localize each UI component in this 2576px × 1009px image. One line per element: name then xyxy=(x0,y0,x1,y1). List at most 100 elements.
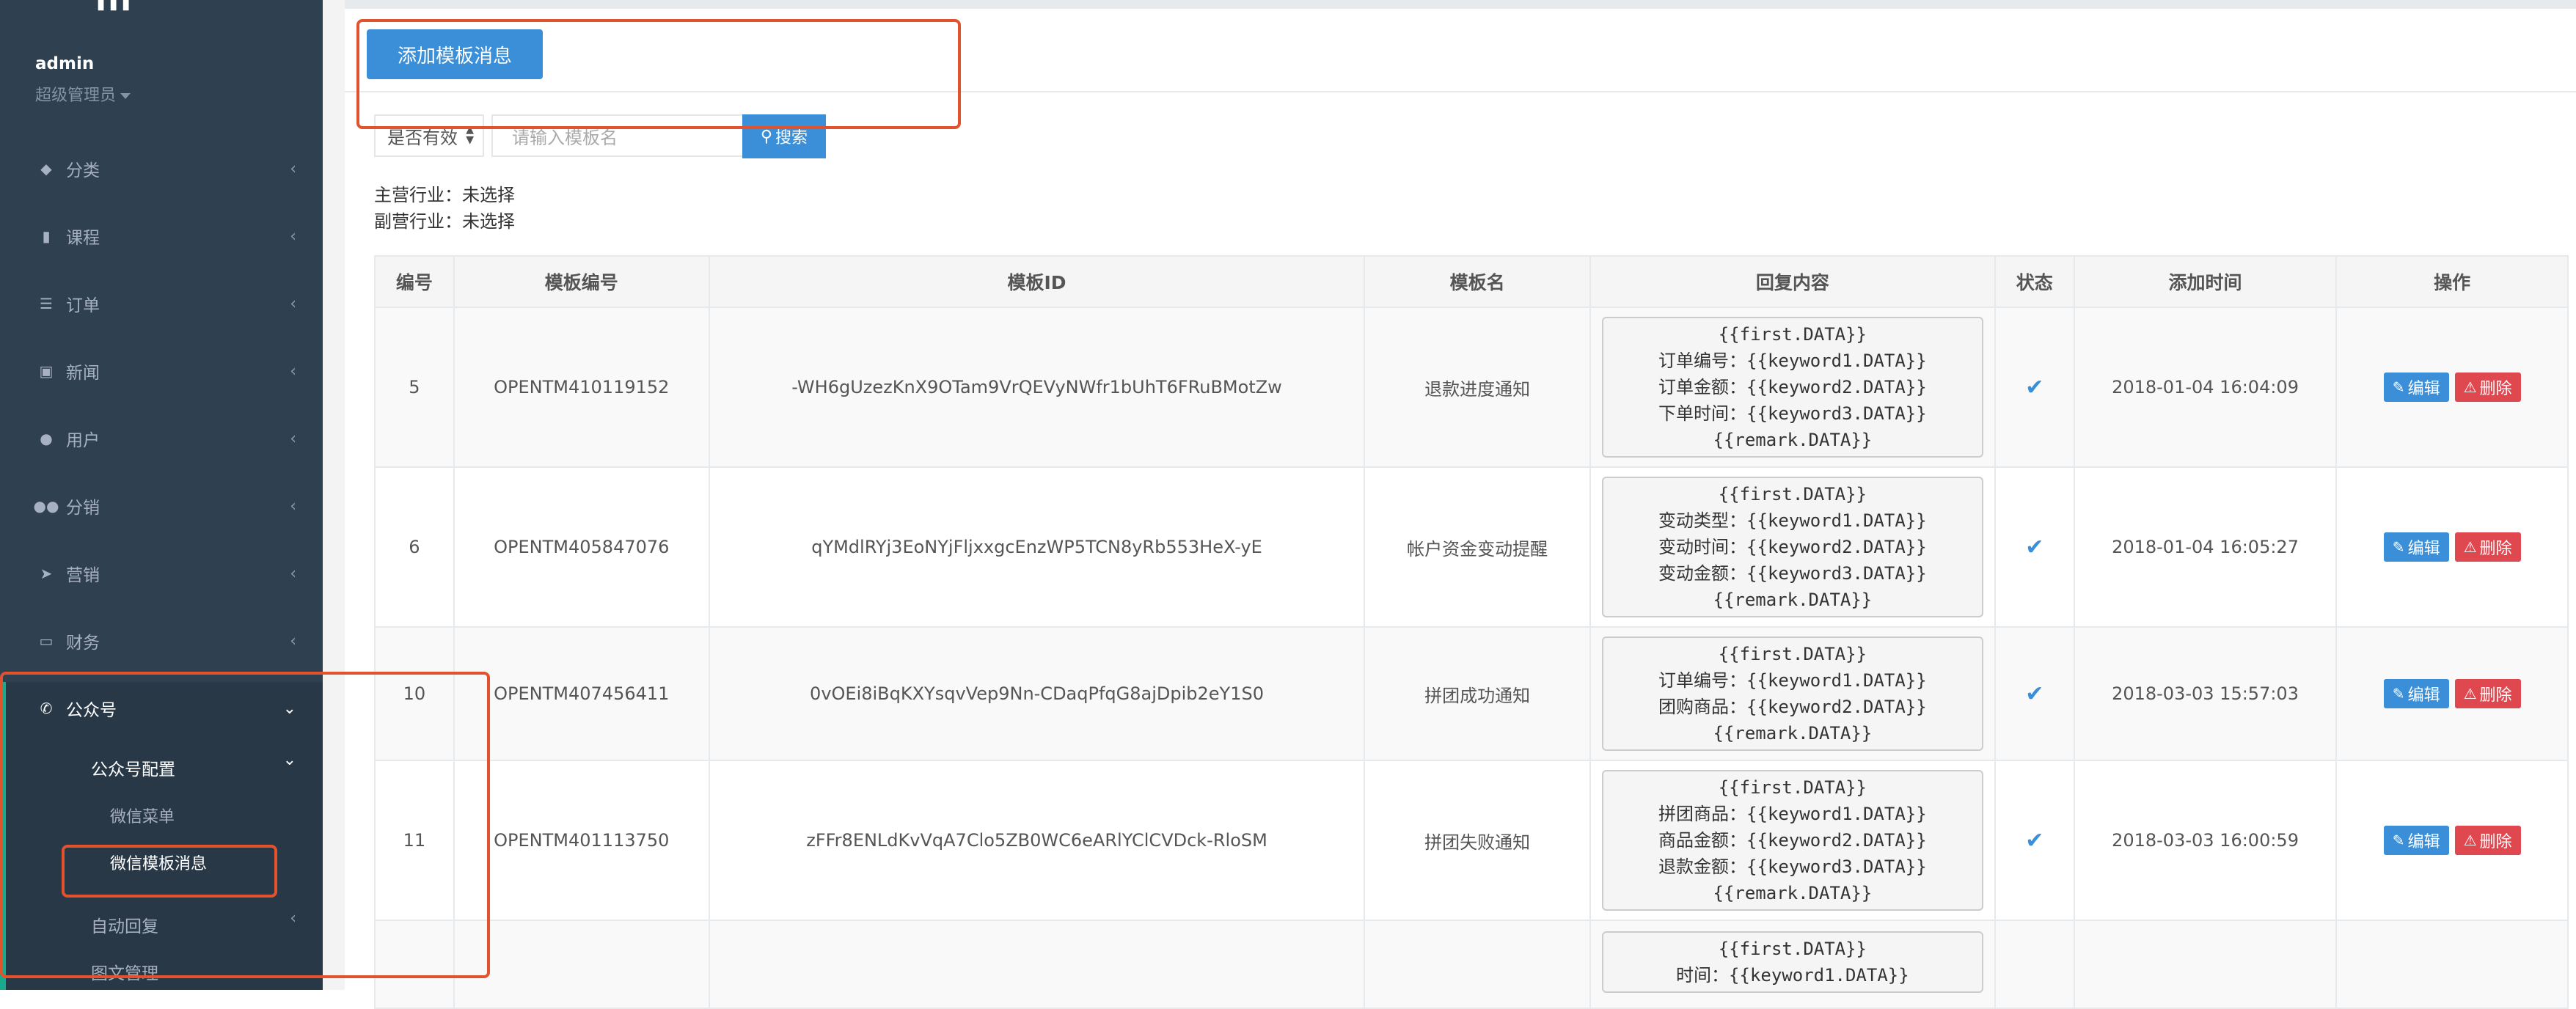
reply-content-box: {{first.DATA}} 订单编号：{{keyword1.DATA}} 团购… xyxy=(1601,636,1983,751)
cell-time: 2018-01-04 16:05:27 xyxy=(2073,466,2338,628)
delete-label: 删除 xyxy=(2479,380,2512,398)
reply-line: 变动类型：{{keyword1.DATA}} xyxy=(1658,510,1927,531)
reply-line: 订单编号：{{keyword1.DATA}} xyxy=(1658,670,1927,691)
reply-line: 订单金额：{{keyword2.DATA}} xyxy=(1658,377,1927,397)
sidebar-item-user[interactable]: ● 用户 ‹ xyxy=(0,412,323,465)
sidebar-item-distribution[interactable]: ●● 分销 ‹ xyxy=(0,480,323,532)
edit-label: 编辑 xyxy=(2407,833,2440,851)
sidebar-item-order[interactable]: ☰ 订单 ‹ xyxy=(0,277,323,330)
sidebar-item-label: 分类 xyxy=(66,161,100,180)
chevron-left-icon: ‹ xyxy=(290,631,296,650)
check-icon: ✔ xyxy=(2025,680,2044,707)
cell-template-id: qYMdlRYj3EoNYjFljxxgcEnzWP5TCN8yRb553HeX… xyxy=(708,466,1366,628)
reply-line: 时间：{{keyword1.DATA}} xyxy=(1676,965,1909,986)
user-icon: ● xyxy=(40,430,53,447)
reply-content-box: {{first.DATA}} 时间：{{keyword1.DATA}} xyxy=(1601,931,1983,993)
profile-role-dropdown[interactable]: 超级管理员 xyxy=(35,82,131,106)
reply-line: 下单时间：{{keyword3.DATA}} xyxy=(1658,403,1927,424)
chevron-left-icon: ‹ xyxy=(290,227,296,246)
cell-actions: ✎ 编辑 ⚠ 删除 xyxy=(2335,760,2569,921)
cell-time: 2018-01-04 16:04:09 xyxy=(2073,307,2338,468)
table-row: 5 OPENTM410119152 -WH6gUzezKnX9OTam9VrQE… xyxy=(374,307,2569,468)
edit-label: 编辑 xyxy=(2407,540,2440,558)
edit-label: 编辑 xyxy=(2407,686,2440,705)
sidebar-item-marketing[interactable]: ➤ 营销 ‹ xyxy=(0,547,323,600)
edit-button[interactable]: ✎ 编辑 xyxy=(2383,373,2449,402)
reply-line: 商品金额：{{keyword2.DATA}} xyxy=(1658,830,1927,851)
reply-line: {{first.DATA}} xyxy=(1718,644,1867,664)
reply-line: {{first.DATA}} xyxy=(1718,484,1867,504)
cell-status: ✔ xyxy=(1994,626,2075,761)
header-template-id[interactable]: 模板ID xyxy=(708,255,1366,308)
delete-button[interactable]: ⚠ 删除 xyxy=(2454,373,2521,402)
delete-label: 删除 xyxy=(2479,540,2512,558)
check-icon: ✔ xyxy=(2025,534,2044,560)
edit-button[interactable]: ✎ 编辑 xyxy=(2383,826,2449,855)
sidebar-item-category[interactable]: ◆ 分类 ‹ xyxy=(0,142,323,195)
sidebar-item-label: 课程 xyxy=(66,229,100,248)
check-icon: ✔ xyxy=(2025,374,2044,400)
cell-template-id xyxy=(708,920,1366,1009)
annotation-box-add-button xyxy=(356,19,961,129)
delete-label: 删除 xyxy=(2479,686,2512,705)
header-code[interactable]: 模板编号 xyxy=(453,255,710,308)
delete-button[interactable]: ⚠ 删除 xyxy=(2454,826,2521,855)
table-header-row: 编号 模板编号 模板ID 模板名 回复内容 状态 添加时间 操作 xyxy=(374,255,2569,308)
cell-content: {{first.DATA}} 订单编号：{{keyword1.DATA}} 订单… xyxy=(1589,307,1996,468)
sidebar-item-label: 新闻 xyxy=(66,364,100,383)
reply-line: 订单编号：{{keyword1.DATA}} xyxy=(1658,351,1927,371)
reply-line: {{first.DATA}} xyxy=(1718,939,1867,959)
profile-name[interactable]: admin xyxy=(35,54,94,73)
cell-time: 2018-03-03 15:57:03 xyxy=(2073,626,2338,761)
reply-line: 变动金额：{{keyword3.DATA}} xyxy=(1658,563,1927,584)
delete-button[interactable]: ⚠ 删除 xyxy=(2454,532,2521,562)
cell-name: 退款进度通知 xyxy=(1364,307,1591,468)
reply-line: 退款金额：{{keyword3.DATA}} xyxy=(1658,856,1927,877)
table-row: 10 OPENTM407456411 0vOEi8iBqKXYsqvVep9Nn… xyxy=(374,626,2569,761)
template-table: 编号 模板编号 模板ID 模板名 回复内容 状态 添加时间 操作 5 OPENT… xyxy=(374,255,2569,1009)
list-icon: ☰ xyxy=(40,295,53,312)
delete-button[interactable]: ⚠ 删除 xyxy=(2454,679,2521,708)
sidebar-item-label: 财务 xyxy=(66,634,100,653)
edit-button[interactable]: ✎ 编辑 xyxy=(2383,679,2449,708)
header-content[interactable]: 回复内容 xyxy=(1589,255,1996,308)
header-id[interactable]: 编号 xyxy=(374,255,455,308)
chevron-left-icon: ‹ xyxy=(290,159,296,178)
cell-actions: ✎ 编辑 ⚠ 删除 xyxy=(2335,466,2569,628)
header-name[interactable]: 模板名 xyxy=(1364,255,1591,308)
header-time[interactable]: 添加时间 xyxy=(2073,255,2338,308)
image-icon: ▣ xyxy=(39,362,54,380)
logo: lll xyxy=(95,0,133,18)
cell-status: ✔ xyxy=(1994,307,2075,468)
book-icon: ▮ xyxy=(42,227,51,245)
warning-icon: ⚠ xyxy=(2463,378,2477,396)
cell-status: ✔ xyxy=(1994,760,2075,921)
table-row: {{first.DATA}} 时间：{{keyword1.DATA}} xyxy=(374,920,2569,1009)
sidebar-item-course[interactable]: ▮ 课程 ‹ xyxy=(0,210,323,263)
edit-label: 编辑 xyxy=(2407,380,2440,398)
chevron-left-icon: ‹ xyxy=(290,429,296,448)
cell-status xyxy=(1994,920,2075,1009)
header-status[interactable]: 状态 xyxy=(1994,255,2075,308)
edit-button[interactable]: ✎ 编辑 xyxy=(2383,532,2449,562)
reply-line: {{first.DATA}} xyxy=(1718,777,1867,798)
search-icon: ⚲ xyxy=(760,127,773,146)
reply-line: {{first.DATA}} xyxy=(1718,324,1867,345)
cell-code: OPENTM410119152 xyxy=(453,307,710,468)
reply-line: {{remark.DATA}} xyxy=(1713,723,1873,744)
sidebar-item-news[interactable]: ▣ 新闻 ‹ xyxy=(0,345,323,397)
edit-icon: ✎ xyxy=(2392,685,2405,702)
sidebar-item-finance[interactable]: ▭ 财务 ‹ xyxy=(0,614,323,667)
caret-down-icon xyxy=(120,93,131,99)
cell-code xyxy=(453,920,710,1009)
cell-template-id: 0vOEi8iBqKXYsqvVep9Nn-CDaqPfqG8ajDpib2eY… xyxy=(708,626,1366,761)
profile-role-label: 超级管理员 xyxy=(35,87,117,105)
cell-actions: ✎ 编辑 ⚠ 删除 xyxy=(2335,307,2569,468)
top-strip xyxy=(345,0,2576,9)
chevron-left-icon: ‹ xyxy=(290,294,296,313)
sidebar-item-label: 订单 xyxy=(66,296,100,315)
cell-template-id: zFFr8ENLdKvVqA7Clo5ZB0WC6eARlYClCVDck-Rl… xyxy=(708,760,1366,921)
reply-content-box: {{first.DATA}} 订单编号：{{keyword1.DATA}} 订单… xyxy=(1601,317,1983,458)
cell-name xyxy=(1364,920,1591,1009)
cell-actions xyxy=(2335,920,2569,1009)
